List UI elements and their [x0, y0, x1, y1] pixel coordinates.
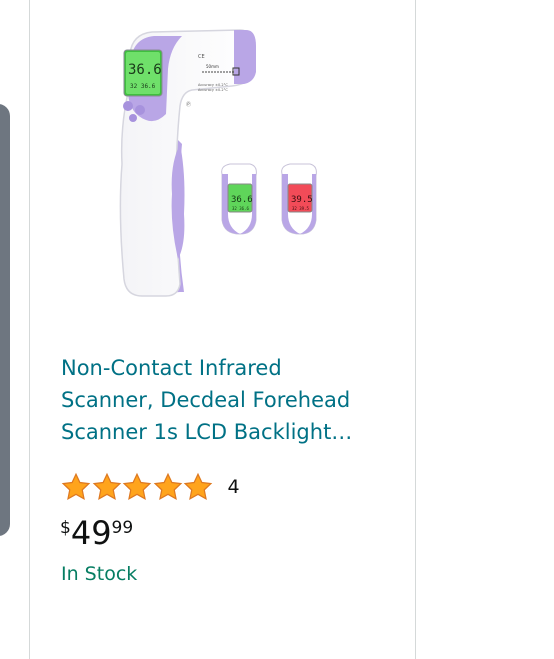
svg-text:Accuracy ±0.2°C: Accuracy ±0.2°C	[198, 88, 228, 92]
svg-text:36.6: 36.6	[231, 195, 253, 205]
star-icon	[122, 472, 152, 500]
card-divider-right	[415, 0, 416, 659]
star-rating[interactable]	[61, 472, 214, 502]
product-title-line-3: Scanner 1s LCD Backlight…	[61, 420, 353, 444]
rating-count[interactable]: 4	[228, 476, 240, 498]
svg-text:32 36.6: 32 36.6	[232, 206, 249, 211]
star-icon	[183, 472, 213, 500]
product-title-line-1: Non-Contact Infrared	[61, 356, 282, 380]
star-icon	[92, 472, 121, 500]
price-symbol: $	[60, 518, 71, 538]
svg-text:CE: CE	[198, 54, 205, 60]
star-icon	[153, 472, 182, 500]
svg-text:36.6: 36.6	[128, 62, 162, 78]
svg-text:32 36.6: 32 36.6	[130, 83, 156, 90]
price-whole: 49	[70, 514, 112, 552]
side-scroll-tab[interactable]	[0, 104, 10, 536]
svg-text:Ⓟ: Ⓟ	[186, 101, 191, 108]
product-image[interactable]: 36.6 32 36.6 50mm Accuracy ±0.2°C Accura…	[112, 24, 342, 302]
svg-text:Accuracy ±0.2°C: Accuracy ±0.2°C	[198, 83, 228, 87]
svg-text:39.5: 39.5	[291, 195, 313, 205]
availability-status: In Stock	[61, 563, 138, 585]
product-title-line-2: Scanner, Decdeal Forehead	[61, 388, 351, 412]
product-title-link[interactable]: Non-Contact Infrared Scanner, Decdeal Fo…	[61, 352, 381, 448]
card-divider-left	[29, 0, 30, 659]
rating-row: 4	[61, 471, 240, 503]
svg-text:32 39.5: 32 39.5	[292, 206, 309, 211]
star-icon	[61, 472, 91, 500]
price: $ 49 99	[60, 512, 133, 554]
svg-text:50mm: 50mm	[206, 64, 219, 69]
price-fraction: 99	[111, 518, 134, 538]
